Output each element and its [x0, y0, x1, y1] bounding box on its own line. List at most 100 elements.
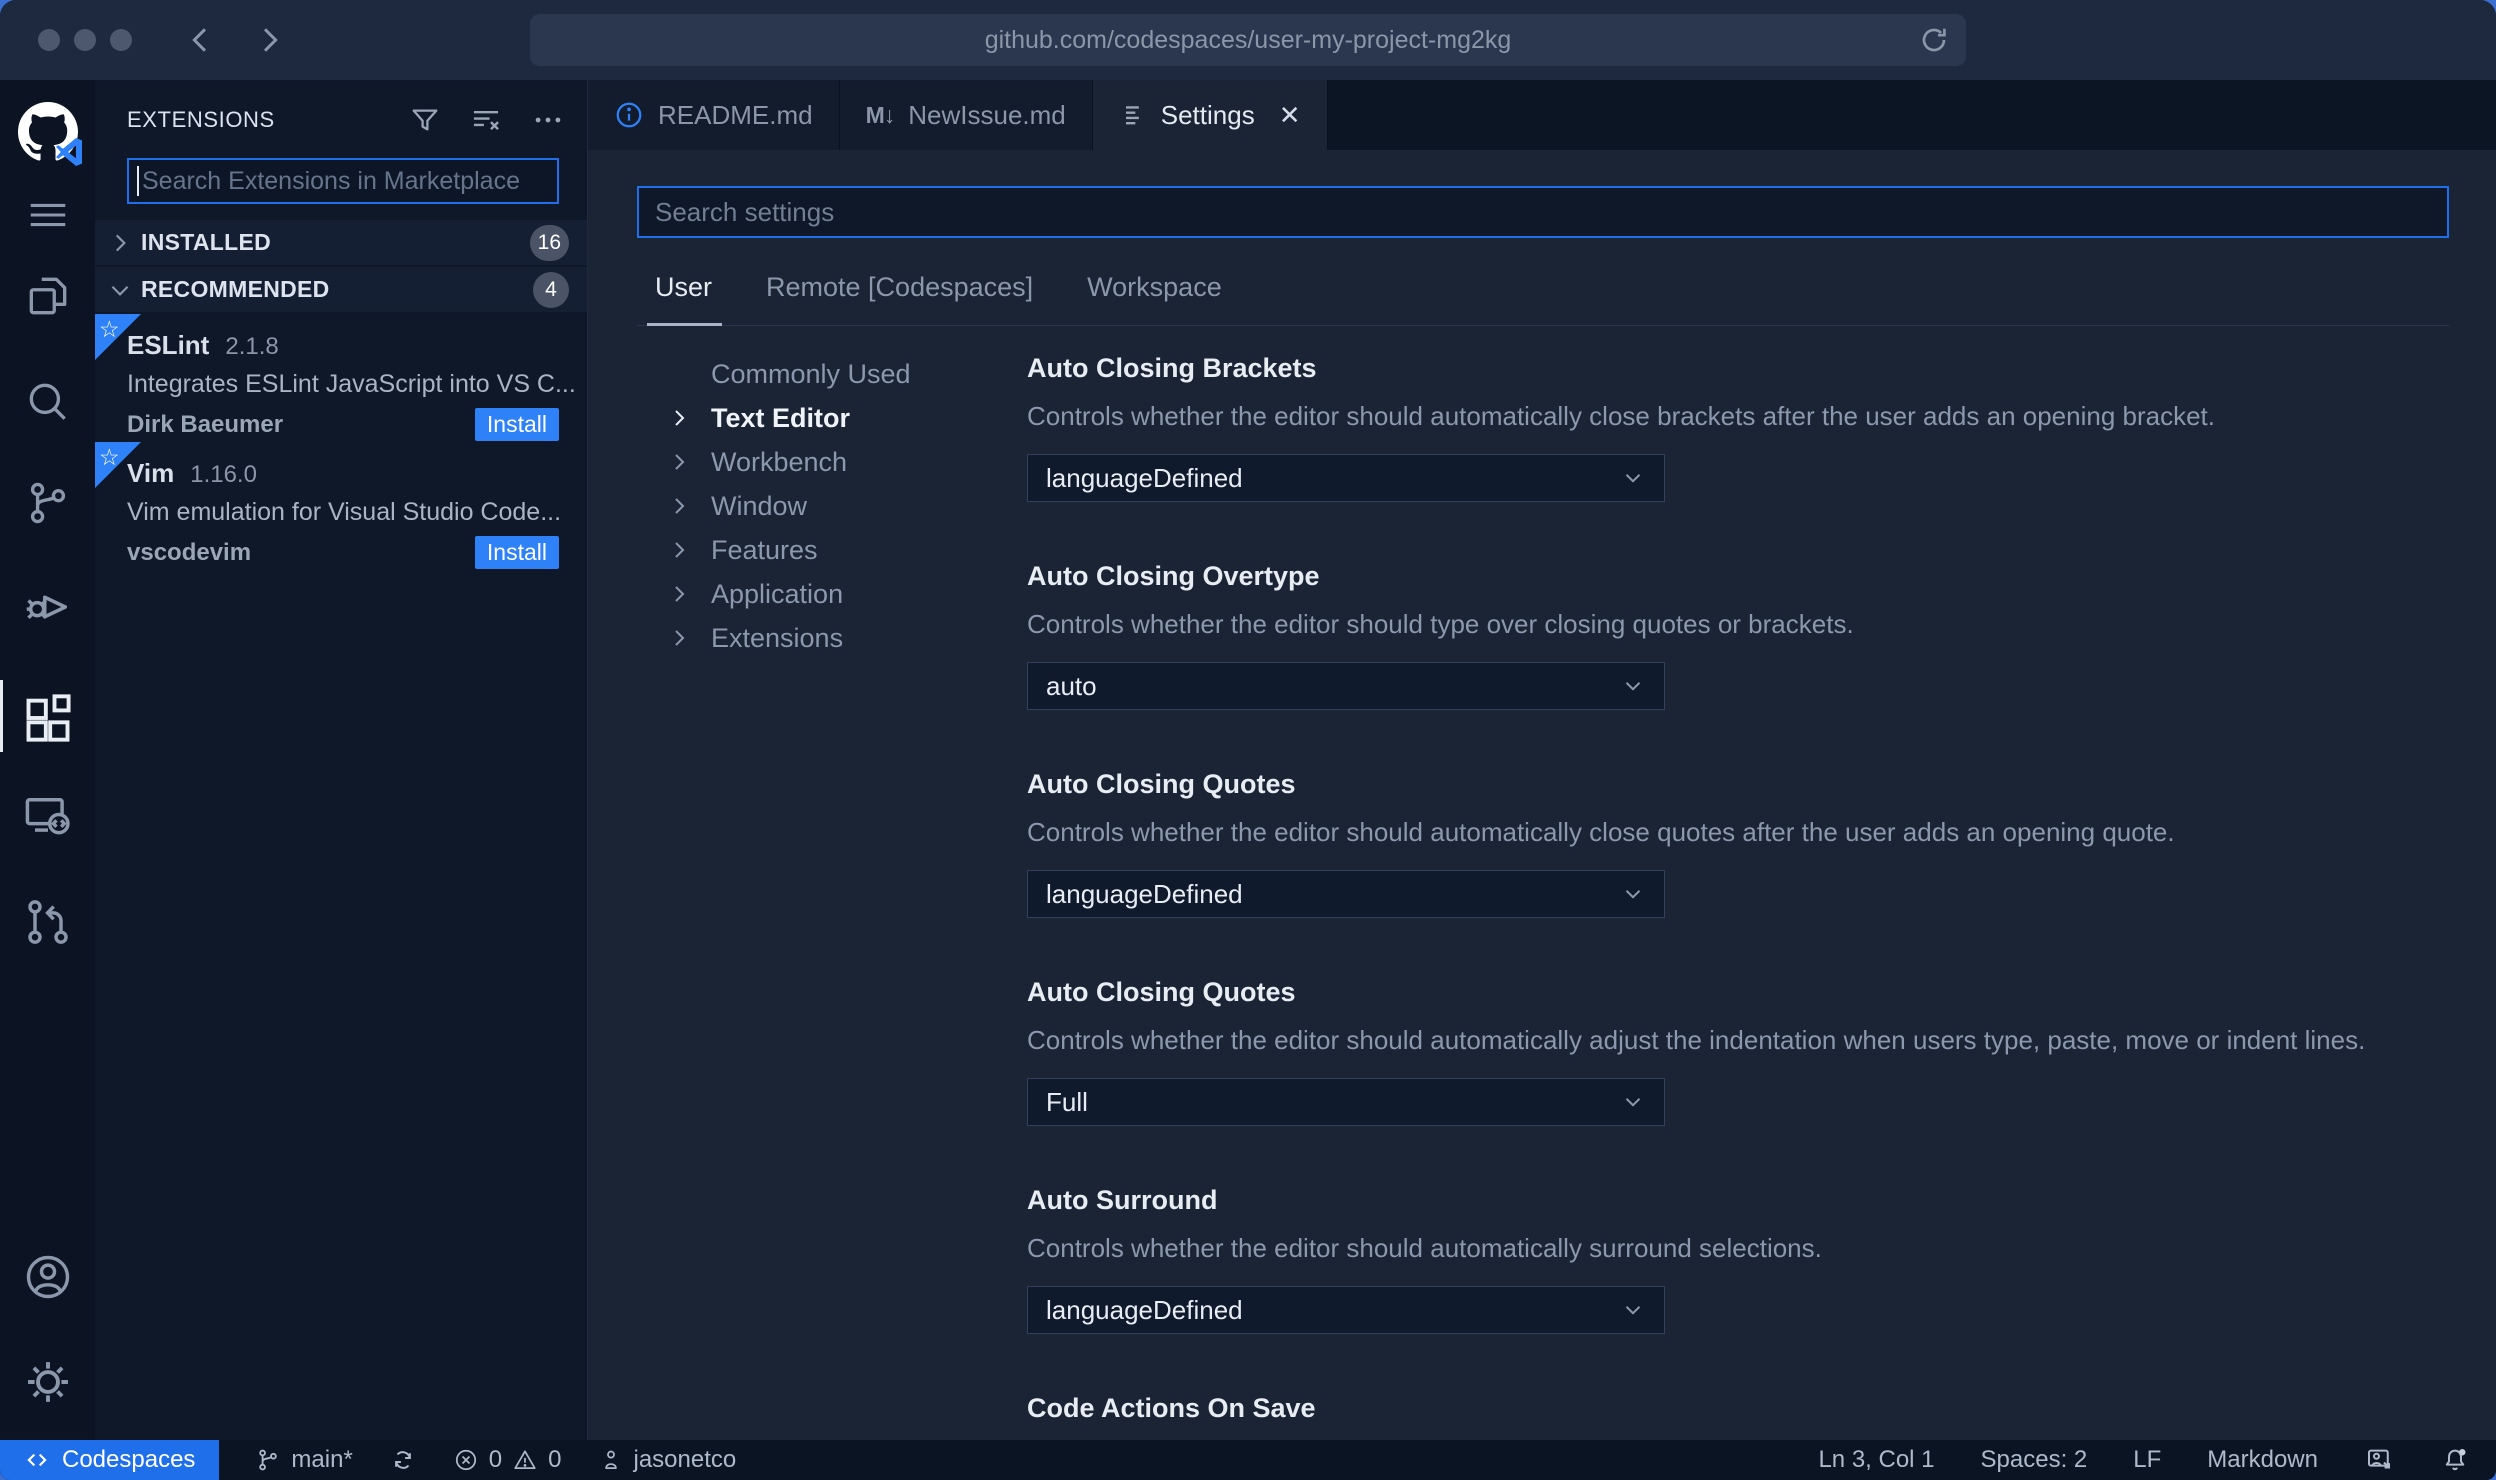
address-bar[interactable]: github.com/codespaces/user-my-project-mg… — [530, 14, 1966, 66]
setting-auto-surround: Auto Surround Controls whether the edito… — [1027, 1184, 2449, 1334]
tab-readme[interactable]: README.md — [588, 80, 840, 150]
tab-newissue[interactable]: M↓ NewIssue.md — [839, 80, 1093, 150]
extensions-search-placeholder: Search Extensions in Marketplace — [142, 166, 520, 195]
url-text: github.com/codespaces/user-my-project-mg… — [984, 25, 1512, 54]
section-recommended[interactable]: RECOMMENDED 4 — [95, 267, 587, 312]
branch-status[interactable]: main* — [255, 1446, 353, 1474]
activity-bar — [0, 80, 95, 1440]
setting-title: Auto Closing Brackets — [1027, 353, 1317, 383]
window-close-button[interactable] — [38, 29, 60, 51]
menu-icon[interactable] — [20, 187, 76, 243]
reload-icon[interactable] — [1918, 24, 1950, 56]
indentation-status[interactable]: Spaces: 2 — [1981, 1446, 2088, 1474]
toc-label: Application — [711, 578, 844, 609]
window-minimize-button[interactable] — [74, 29, 96, 51]
setting-title: Code Actions On Save — [1027, 1393, 1316, 1423]
setting-auto-closing-quotes: Auto Closing Quotes Controls whether the… — [1027, 768, 2449, 918]
settings-search-placeholder: Search settings — [655, 196, 835, 227]
chevron-right-icon — [253, 24, 285, 56]
close-icon[interactable]: ✕ — [1279, 100, 1301, 131]
extension-item-vim[interactable]: ☆ Vim 1.16.0 Vim emulation for Visual St… — [95, 442, 587, 570]
setting-title: Auto Closing Quotes — [1027, 977, 1296, 1007]
extensions-search-input[interactable]: Search Extensions in Marketplace — [127, 158, 559, 204]
extension-description: Integrates ESLint JavaScript into VS C..… — [127, 370, 576, 398]
explorer-icon[interactable] — [20, 268, 76, 324]
browser-back-button[interactable] — [184, 23, 218, 57]
install-button[interactable]: Install — [474, 408, 559, 441]
scope-tab-remote[interactable]: Remote [Codespaces] — [766, 272, 1033, 303]
toc-text-editor[interactable]: Text Editor — [667, 396, 1027, 440]
chevron-down-icon — [107, 277, 133, 303]
feedback-icon[interactable] — [2364, 1445, 2394, 1475]
window-maximize-button[interactable] — [110, 29, 132, 51]
setting-code-actions-on-save: Code Actions On Save — [1027, 1392, 2449, 1424]
toc-label: Commonly Used — [711, 358, 911, 389]
browser-forward-button[interactable] — [252, 23, 286, 57]
search-icon[interactable] — [20, 374, 76, 430]
chevron-right-icon — [107, 230, 133, 256]
sync-button[interactable] — [389, 1446, 417, 1474]
installed-count-badge: 16 — [529, 224, 569, 261]
toc-extensions[interactable]: Extensions — [667, 616, 1027, 660]
recommended-count-badge: 4 — [533, 271, 569, 308]
cursor-position[interactable]: Ln 3, Col 1 — [1818, 1446, 1934, 1474]
chevron-down-icon — [1620, 465, 1646, 491]
toc-features[interactable]: Features — [667, 528, 1027, 572]
source-control-icon[interactable] — [20, 475, 76, 531]
dropdown-value: languageDefined — [1046, 1294, 1243, 1325]
toc-commonly-used[interactable]: Commonly Used — [667, 352, 1027, 396]
clear-filter-icon[interactable] — [469, 103, 503, 137]
toc-window[interactable]: Window — [667, 484, 1027, 528]
editor-tab-bar: README.md M↓ NewIssue.md Settings ✕ — [588, 80, 2496, 150]
dropdown-value: auto — [1046, 670, 1097, 701]
scope-tab-workspace[interactable]: Workspace — [1087, 272, 1222, 303]
account-icon[interactable] — [20, 1249, 76, 1305]
run-and-debug-icon[interactable] — [20, 579, 76, 635]
setting-dropdown[interactable]: languageDefined — [1027, 870, 1665, 918]
section-installed[interactable]: INSTALLED 16 — [95, 220, 587, 265]
github-codespaces-logo-icon — [16, 100, 82, 166]
more-actions-icon[interactable] — [531, 103, 565, 137]
settings-scope-tabs: User Remote [Codespaces] Workspace — [637, 272, 2449, 326]
scope-tab-user[interactable]: User — [646, 272, 723, 326]
markdown-icon: M↓ — [865, 101, 896, 128]
language-mode[interactable]: Markdown — [2207, 1446, 2318, 1474]
git-branch-icon — [255, 1447, 281, 1473]
problems-status[interactable]: 0 0 — [453, 1446, 562, 1474]
remote-explorer-icon[interactable] — [20, 788, 76, 844]
chevron-down-icon — [1620, 673, 1646, 699]
extension-publisher: Dirk Baeumer — [127, 410, 284, 438]
chevron-right-icon — [667, 450, 711, 474]
setting-dropdown[interactable]: Full — [1027, 1078, 1665, 1126]
toc-application[interactable]: Application — [667, 572, 1027, 616]
star-icon: ☆ — [99, 444, 120, 470]
extension-item-eslint[interactable]: ☆ ESLint 2.1.8 Integrates ESLint JavaScr… — [95, 314, 587, 442]
user-status[interactable]: jasonetco — [598, 1446, 736, 1474]
notifications-bell-icon[interactable] — [2440, 1445, 2470, 1475]
extensions-sidebar: EXTENSIONS Search Extensions in Marketpl… — [95, 80, 588, 1440]
manage-settings-gear-icon[interactable] — [20, 1354, 76, 1410]
setting-dropdown[interactable]: auto — [1027, 662, 1665, 710]
extension-version: 2.1.8 — [225, 333, 279, 360]
toc-workbench[interactable]: Workbench — [667, 440, 1027, 484]
browser-window: github.com/codespaces/user-my-project-mg… — [0, 0, 2496, 1480]
settings-search-input[interactable]: Search settings — [637, 186, 2449, 238]
extensions-icon[interactable] — [20, 690, 76, 746]
filter-icon[interactable] — [409, 104, 441, 136]
codespaces-remote-button[interactable]: Codespaces — [0, 1440, 220, 1480]
settings-list-icon — [1119, 101, 1147, 129]
install-button[interactable]: Install — [474, 536, 559, 569]
settings-editor: Search settings User Remote [Codespaces]… — [588, 150, 2496, 1440]
settings-list: Auto Closing Brackets Controls whether t… — [1027, 352, 2449, 1440]
sidebar-title: EXTENSIONS — [127, 107, 275, 132]
toc-label: Extensions — [711, 622, 844, 653]
dropdown-value: languageDefined — [1046, 462, 1243, 493]
chevron-right-icon — [667, 582, 711, 606]
tab-label: NewIssue.md — [908, 99, 1066, 130]
eol-status[interactable]: LF — [2133, 1446, 2161, 1474]
setting-dropdown[interactable]: languageDefined — [1027, 454, 1665, 502]
setting-dropdown[interactable]: languageDefined — [1027, 1286, 1665, 1334]
tab-settings[interactable]: Settings ✕ — [1092, 80, 1328, 150]
warning-icon — [512, 1447, 538, 1473]
github-pull-requests-icon[interactable] — [20, 894, 76, 950]
